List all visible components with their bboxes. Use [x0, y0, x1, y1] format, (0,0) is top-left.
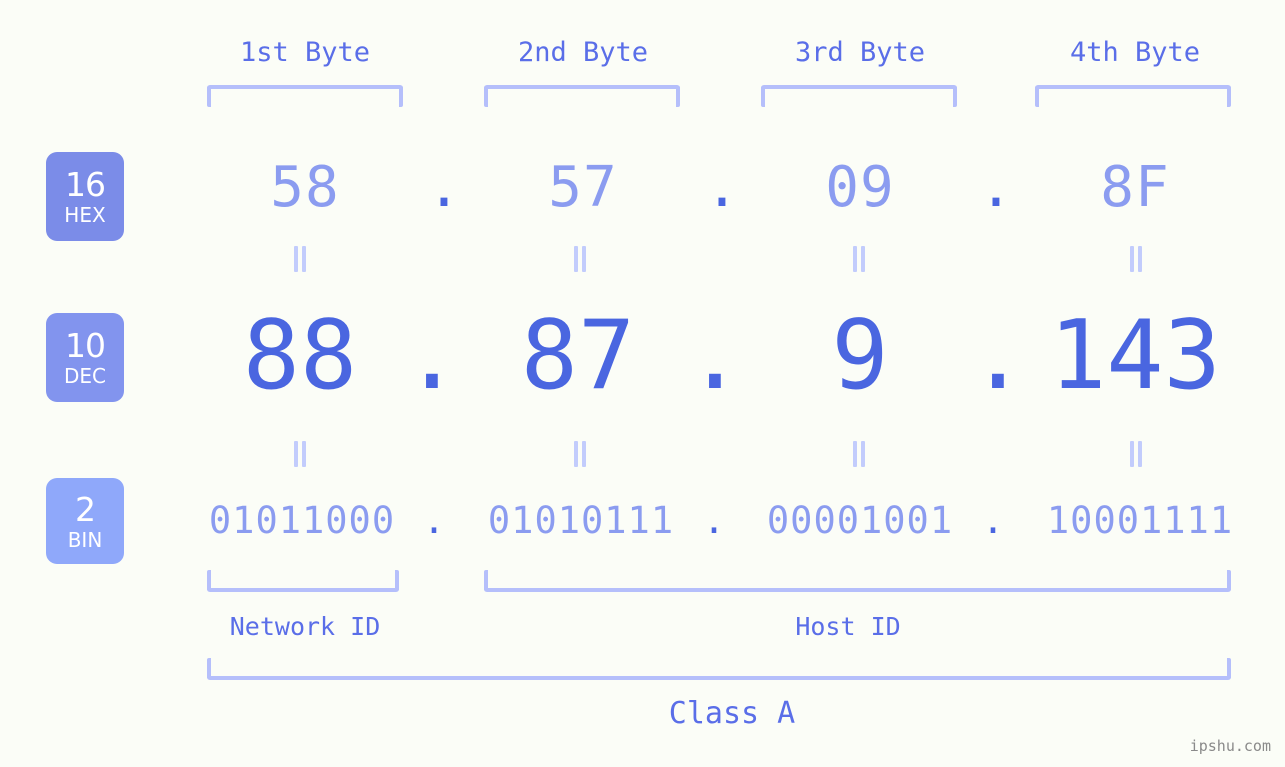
hex-byte-1: 58 — [270, 155, 340, 220]
radix-badge-hex-number: 16 — [65, 165, 106, 204]
hex-separator-3: . — [979, 155, 1013, 220]
radix-badge-bin: 2 BIN — [46, 478, 124, 564]
bin-separator-2: . — [702, 499, 726, 542]
equals-mark-dec-bin-2 — [572, 441, 588, 467]
bin-byte-2: 01010111 — [487, 499, 675, 542]
equals-mark-hex-dec-2 — [572, 246, 588, 272]
radix-badge-bin-number: 2 — [75, 489, 96, 529]
ip-breakdown-diagram: 1st Byte 2nd Byte 3rd Byte 4th Byte 16 H… — [0, 0, 1285, 767]
equals-mark-dec-bin-3 — [851, 441, 867, 467]
dec-separator-3: . — [969, 301, 1027, 411]
equals-mark-dec-bin-1 — [292, 441, 308, 467]
host-id-bracket — [484, 570, 1231, 592]
byte-bracket-2 — [484, 85, 680, 107]
byte-bracket-1 — [207, 85, 403, 107]
radix-badge-hex-abbr: HEX — [64, 203, 106, 227]
hex-separator-1: . — [427, 155, 461, 220]
equals-mark-dec-bin-4 — [1128, 441, 1144, 467]
hex-byte-2: 57 — [548, 155, 618, 220]
network-id-bracket — [207, 570, 399, 592]
equals-mark-hex-dec-1 — [292, 246, 308, 272]
dec-separator-2: . — [686, 301, 744, 411]
class-bracket — [207, 658, 1231, 680]
dec-separator-1: . — [403, 301, 461, 411]
byte-bracket-3 — [761, 85, 957, 107]
host-id-label: Host ID — [795, 612, 901, 641]
radix-badge-bin-abbr: BIN — [67, 527, 103, 552]
dec-byte-4: 143 — [1049, 301, 1221, 411]
byte-header-3: 3rd Byte — [794, 37, 926, 68]
byte-header-2: 2nd Byte — [517, 37, 649, 68]
hex-byte-3: 09 — [825, 155, 895, 220]
dec-byte-2: 87 — [520, 301, 636, 411]
bin-separator-3: . — [981, 499, 1005, 542]
radix-badge-dec: 10 DEC — [46, 313, 124, 402]
hex-byte-4: 8F — [1100, 155, 1170, 220]
bin-byte-1: 01011000 — [208, 499, 396, 542]
class-label: Class A — [668, 696, 796, 731]
site-watermark: ipshu.com — [1189, 737, 1271, 755]
radix-badge-dec-number: 10 — [65, 326, 106, 365]
byte-header-1: 1st Byte — [239, 37, 371, 68]
network-id-label: Network ID — [229, 612, 381, 641]
dec-byte-1: 88 — [242, 301, 358, 411]
dec-byte-3: 9 — [831, 301, 889, 411]
byte-header-4: 4th Byte — [1069, 37, 1201, 68]
radix-badge-dec-abbr: DEC — [63, 364, 106, 388]
equals-mark-hex-dec-4 — [1128, 246, 1144, 272]
bin-separator-1: . — [422, 499, 446, 542]
bin-byte-4: 10001111 — [1046, 499, 1234, 542]
bin-byte-3: 00001001 — [766, 499, 954, 542]
byte-bracket-4 — [1035, 85, 1231, 107]
hex-separator-2: . — [705, 155, 739, 220]
equals-mark-hex-dec-3 — [851, 246, 867, 272]
radix-badge-hex: 16 HEX — [46, 152, 124, 241]
